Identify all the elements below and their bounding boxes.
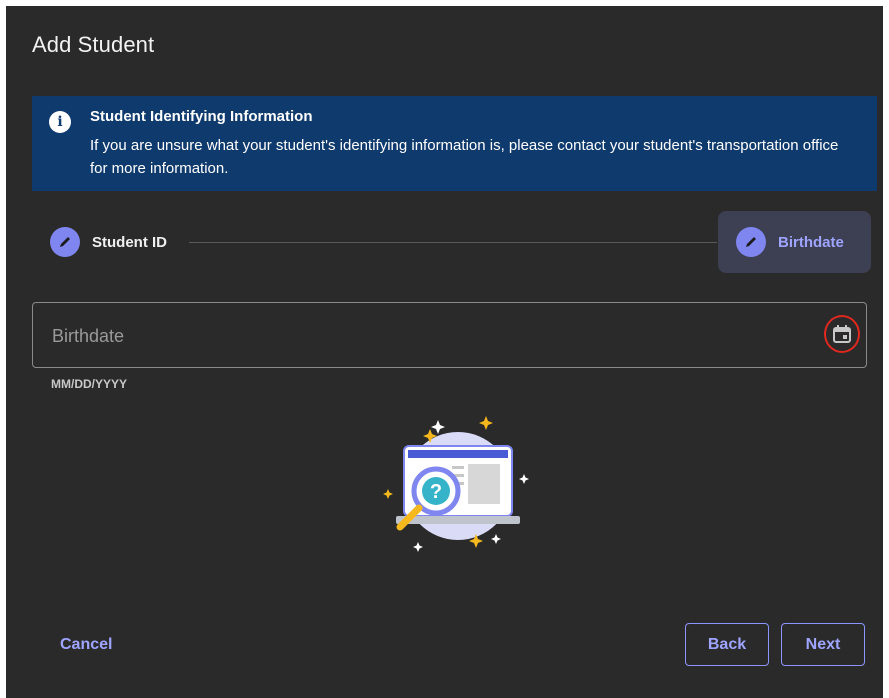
info-icon: i	[49, 111, 71, 133]
info-banner: i Student Identifying Information If you…	[32, 96, 877, 191]
step-connector	[189, 242, 717, 243]
banner-message: If you are unsure what your student's id…	[90, 137, 839, 177]
calendar-icon	[833, 325, 851, 343]
stepper: Student ID Birthdate	[32, 211, 877, 273]
birthdate-input[interactable]	[33, 303, 814, 369]
calendar-button[interactable]	[824, 315, 860, 353]
pencil-icon	[736, 227, 766, 257]
pencil-icon	[50, 227, 80, 257]
cancel-button[interactable]: Cancel	[52, 632, 120, 658]
step-birthdate[interactable]: Birthdate	[718, 211, 871, 273]
step-label: Student ID	[92, 233, 167, 251]
back-button[interactable]: Back	[685, 623, 769, 666]
next-button[interactable]: Next	[781, 623, 865, 666]
dialog-title: Add Student	[32, 32, 155, 57]
add-student-dialog: Add Student i Student Identifying Inform…	[6, 6, 883, 698]
step-label: Birthdate	[778, 233, 844, 251]
birthdate-field	[32, 302, 867, 369]
banner-title: Student Identifying Information	[90, 108, 313, 125]
step-student-id[interactable]: Student ID	[50, 227, 167, 257]
birthdate-format-hint: MM/DD/YYYY	[51, 377, 128, 391]
svg-text:?: ?	[430, 481, 442, 503]
laptop-magnifier-question-illustration: ?	[383, 416, 529, 552]
